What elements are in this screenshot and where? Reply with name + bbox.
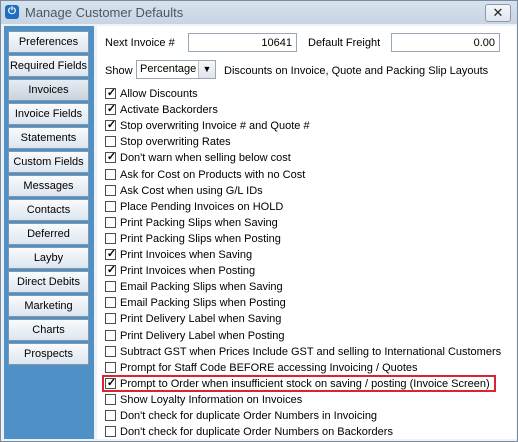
checkbox-unchecked[interactable] — [105, 329, 116, 341]
checkbox-unchecked[interactable] — [105, 393, 116, 405]
sidebar-item-required-fields[interactable]: Required Fields — [8, 55, 89, 77]
checkmark-icon: ✓ — [106, 151, 117, 164]
highlight-box — [102, 375, 496, 392]
checkbox-unchecked[interactable] — [105, 184, 116, 196]
option-label: Place Pending Invoices on HOLD — [120, 200, 284, 213]
checkbox-unchecked[interactable] — [105, 200, 116, 212]
checkbox-unchecked[interactable] — [105, 313, 116, 325]
default-freight-label: Default Freight — [308, 37, 381, 49]
sidebar-item-prospects[interactable]: Prospects — [8, 343, 89, 365]
close-button[interactable]: ✕ — [485, 4, 511, 22]
sidebar-item-invoice-fields[interactable]: Invoice Fields — [8, 103, 89, 125]
app-power-icon: ⏻ — [5, 5, 19, 19]
discount-display-select-value: Percentage — [140, 63, 197, 75]
checkbox-checked[interactable]: ✓ — [105, 151, 117, 164]
option-label: Don't check for duplicate Order Numbers … — [120, 426, 393, 439]
sidebar: Preferences Required Fields Invoices Invoic… — [4, 26, 94, 439]
option-label: Print Packing Slips when Saving — [120, 216, 278, 229]
next-invoice-input[interactable]: 10641 — [188, 33, 297, 52]
default-freight-input[interactable]: 0.00 — [391, 33, 500, 52]
option-label: Stop overwriting Invoice # and Quote # — [120, 120, 310, 133]
option-label: Print Delivery Label when Posting — [120, 329, 285, 342]
checkbox-checked[interactable]: ✓ — [105, 264, 117, 277]
checkbox-unchecked[interactable] — [105, 297, 116, 309]
option-label: Stop overwriting Rates — [120, 136, 231, 149]
checkbox-checked[interactable]: ✓ — [105, 87, 117, 99]
show-suffix-text: Discounts on Invoice, Quote and Packing … — [224, 65, 489, 77]
checkbox-unchecked[interactable] — [105, 281, 116, 293]
sidebar-item-invoices[interactable]: Invoices — [8, 79, 89, 101]
title-bar: ⏻ Manage Customer Defaults ✕ — [1, 1, 517, 24]
checkbox-unchecked[interactable] — [105, 168, 116, 180]
option-label: Email Packing Slips when Saving — [120, 281, 283, 294]
option-label: Show Loyalty Information on Invoices — [120, 393, 303, 406]
option-label: Ask Cost when using G/L IDs — [120, 184, 263, 197]
sidebar-item-preferences[interactable]: Preferences — [8, 31, 89, 53]
checkbox-unchecked[interactable] — [105, 426, 116, 438]
checkbox-unchecked[interactable] — [105, 232, 116, 244]
sidebar-item-deferred[interactable]: Deferred — [8, 223, 89, 245]
sidebar-item-contacts[interactable]: Contacts — [8, 199, 89, 221]
sidebar-item-statements[interactable]: Statements — [8, 127, 89, 149]
window-title: Manage Customer Defaults — [25, 5, 184, 20]
checkbox-unchecked[interactable] — [105, 345, 116, 357]
checkbox-checked[interactable]: ✓ — [105, 119, 117, 132]
manage-customer-defaults-window: ⏻ Manage Customer Defaults ✕ Preferences… — [0, 0, 518, 442]
checkmark-icon: ✓ — [106, 264, 117, 277]
checkbox-checked[interactable]: ✓ — [105, 103, 117, 116]
checkbox-unchecked[interactable] — [105, 136, 116, 148]
checkmark-icon: ✓ — [106, 87, 117, 99]
option-label: Email Packing Slips when Posting — [120, 297, 286, 310]
sidebar-item-messages[interactable]: Messages — [8, 175, 89, 197]
next-invoice-label: Next Invoice # — [105, 37, 175, 49]
option-label: Print Delivery Label when Saving — [120, 313, 282, 326]
option-label: Activate Backorders — [120, 104, 218, 117]
discount-display-select[interactable]: Percentage ▼ — [136, 60, 216, 79]
checkmark-icon: ✓ — [106, 119, 117, 132]
show-label: Show — [105, 65, 133, 77]
option-label: Ask for Cost on Products with no Cost — [120, 168, 306, 181]
invoices-panel: Next Invoice # 10641 Default Freight 0.0… — [97, 26, 516, 439]
option-label: Allow Discounts — [120, 88, 198, 100]
option-label: Don't warn when selling below cost — [120, 152, 291, 165]
checkbox-checked[interactable]: ✓ — [105, 248, 117, 260]
option-label: Prompt for Staff Code BEFORE accessing I… — [120, 361, 418, 374]
option-label: Print Packing Slips when Posting — [120, 232, 281, 245]
option-label: Print Invoices when Posting — [120, 265, 256, 278]
chevron-down-icon[interactable]: ▼ — [198, 61, 215, 78]
option-label: Subtract GST when Prices Include GST and… — [120, 345, 502, 358]
checkmark-icon: ✓ — [106, 248, 117, 260]
sidebar-item-marketing[interactable]: Marketing — [8, 295, 89, 317]
sidebar-item-layby[interactable]: Layby — [8, 247, 89, 269]
option-label: Print Invoices when Saving — [120, 249, 253, 261]
checkmark-icon: ✓ — [106, 103, 117, 116]
checkbox-unchecked[interactable] — [105, 410, 116, 421]
sidebar-item-charts[interactable]: Charts — [8, 319, 89, 341]
checkbox-unchecked[interactable] — [105, 361, 116, 373]
checkbox-unchecked[interactable] — [105, 216, 116, 228]
sidebar-item-custom-fields[interactable]: Custom Fields — [8, 151, 89, 173]
sidebar-item-direct-debits[interactable]: Direct Debits — [8, 271, 89, 293]
option-label: Don't check for duplicate Order Numbers … — [120, 410, 378, 422]
